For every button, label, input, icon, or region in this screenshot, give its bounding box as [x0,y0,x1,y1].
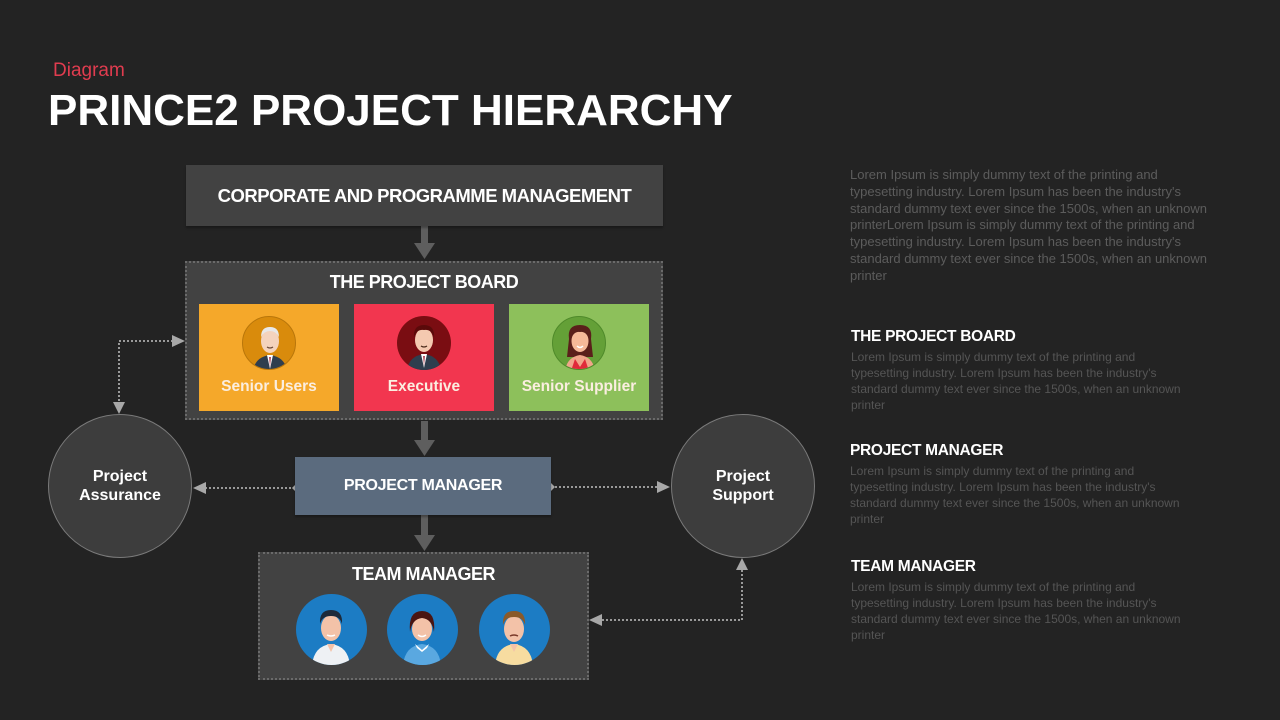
project-manager-box[interactable]: PROJECT MANAGER [295,457,551,515]
project-assurance-node[interactable]: Project Assurance [48,414,192,558]
role-card-senior-supplier[interactable]: Senior Supplier [509,304,649,411]
project-board-box[interactable]: THE PROJECT BOARD Senior Users Executive… [185,261,663,420]
businesswoman-avatar-icon [552,316,606,370]
arrowhead-to-support [657,481,670,493]
arrow-board-to-pm-shaft [421,421,428,441]
role-card-executive[interactable]: Executive [354,304,494,411]
arrowhead-to-team [589,614,602,626]
arrowhead-to-support-up [736,558,748,570]
section-heading: TEAM MANAGER [851,558,976,575]
dotted-line-assurance-board [118,340,173,405]
project-board-title: THE PROJECT BOARD [329,272,519,292]
role-label-senior-users: Senior Users [221,378,317,395]
section-heading: PROJECT MANAGER [850,442,1004,459]
project-manager-label: PROJECT MANAGER [343,477,503,494]
male-team-member-avatar-icon [479,594,550,665]
arrow-pm-to-team-head [414,535,435,551]
arrowhead-to-assurance [113,402,125,414]
project-assurance-label-line1: Project [92,468,148,485]
arrowhead-to-board [172,335,185,347]
role-card-senior-users[interactable]: Senior Users [199,304,339,411]
arrowhead-to-assurance-left [193,482,206,494]
intro-description: Lorem Ipsum is simply dummy text of the … [850,167,1207,283]
description-section-project-manager: PROJECT MANAGER Lorem Ipsum is simply du… [850,442,1195,527]
corporate-management-box[interactable]: CORPORATE AND PROGRAMME MANAGEMENT [186,165,663,226]
team-manager-box[interactable]: TEAM MANAGER [258,552,589,680]
arrow-corp-to-board-shaft [421,226,428,244]
corporate-management-label: CORPORATE AND PROGRAMME MANAGEMENT [217,184,632,206]
female-team-member-avatar-icon [387,594,458,665]
section-body: Lorem Ipsum is simply dummy text of the … [851,350,1181,412]
team-manager-title: TEAM MANAGER [352,564,496,584]
slide-title: PRINCE2 PROJECT HIERARCHY [48,86,733,135]
role-label-executive: Executive [387,378,461,395]
arrow-corp-to-board-head [414,243,435,259]
businessman-avatar-icon [397,316,451,370]
arrow-board-to-pm-head [414,440,435,456]
project-assurance-label-line2: Assurance [79,487,161,504]
section-body: Lorem Ipsum is simply dummy text of the … [851,580,1181,642]
section-body: Lorem Ipsum is simply dummy text of the … [850,464,1180,526]
project-support-label-line1: Project [715,468,771,485]
project-support-label-line2: Support [712,487,774,504]
slide-subtitle: Diagram [53,60,125,81]
description-section-team-manager: TEAM MANAGER Lorem Ipsum is simply dummy… [851,558,1196,643]
section-heading: THE PROJECT BOARD [851,328,1016,345]
male-team-member-avatar-icon [296,594,367,665]
dotted-line-support-team [602,570,743,621]
elderly-man-avatar-icon [242,316,296,370]
role-label-senior-supplier: Senior Supplier [521,378,637,395]
project-support-node[interactable]: Project Support [671,414,815,558]
arrow-pm-to-team-shaft [421,515,428,536]
description-section-project-board: THE PROJECT BOARD Lorem Ipsum is simply … [851,328,1196,413]
